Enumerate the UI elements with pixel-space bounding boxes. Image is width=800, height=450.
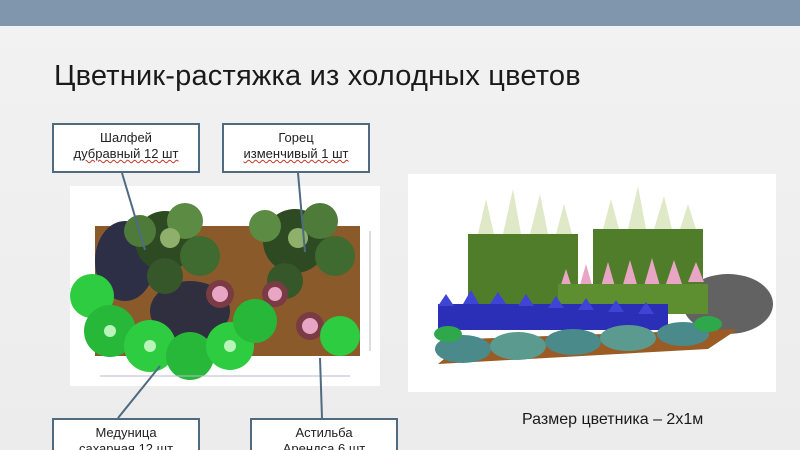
callout-astilbe-qty: Арендса 6 шт	[282, 441, 366, 450]
callout-lungwort-name: Медуница	[95, 425, 157, 440]
flowerbed-render-image	[408, 174, 776, 392]
slide-title: Цветник-растяжка из холодных цветов	[54, 60, 581, 92]
callout-knotweed-qty: изменчивый 1 шт	[243, 146, 349, 161]
callout-astilbe-name: Астильба	[295, 425, 353, 440]
callout-knotweed-name: Горец	[278, 130, 314, 145]
scheme-drawing	[70, 203, 371, 380]
header-bar	[0, 0, 800, 26]
callout-astilbe: Астильба Арендса 6 шт	[250, 418, 398, 450]
callout-salvia-qty: дубравный 12 шт	[73, 146, 179, 161]
callout-knotweed: Горец изменчивый 1 шт	[222, 123, 370, 173]
callout-lungwort-qty: сахарная 12 шт	[78, 441, 174, 450]
flowerbed-size-caption: Размер цветника – 2х1м	[522, 411, 704, 428]
callout-salvia-name: Шалфей	[100, 130, 152, 145]
callout-lungwort: Медуница сахарная 12 шт	[52, 418, 200, 450]
slide: Цветник-растяжка из холодных цветов Шалф…	[0, 0, 800, 450]
render-drawing	[434, 186, 773, 364]
flowerbed-scheme-image	[70, 186, 380, 386]
callout-salvia: Шалфей дубравный 12 шт	[52, 123, 200, 173]
